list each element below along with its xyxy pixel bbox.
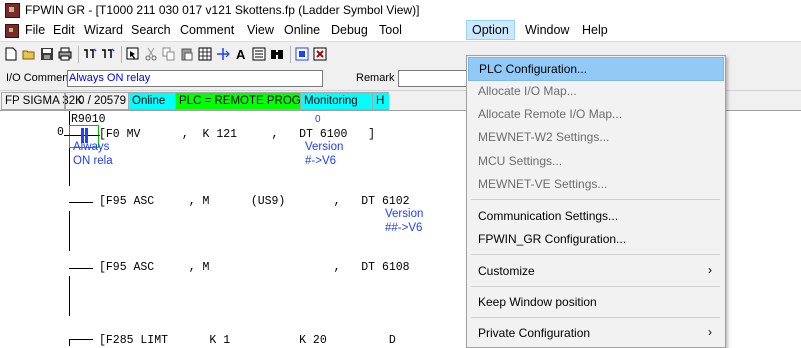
paste-icon[interactable]	[180, 47, 194, 61]
app-icon[interactable]	[5, 3, 20, 18]
menu-online[interactable]: Online	[284, 23, 320, 37]
open-folder-icon[interactable]	[22, 47, 36, 61]
submenu-arrow-icon: ›	[708, 263, 712, 277]
plc-grid-icon[interactable]	[295, 47, 309, 61]
rung-1-instruction: [F95 ASC , M (US9) , DT 6102	[99, 195, 410, 208]
contact-comment: Always	[73, 141, 110, 153]
menu-search[interactable]: Search	[131, 23, 171, 37]
menu-separator	[471, 199, 720, 200]
menu-item-customize[interactable]: Customize ›	[468, 260, 724, 282]
menu-option[interactable]: Option	[466, 20, 515, 40]
monitor-value: 0	[315, 114, 321, 125]
rung-0-instruction: [F0 MV , K 121 , DT 6100 ]	[99, 128, 376, 141]
rung-address: 0	[57, 126, 64, 139]
contact-comment: ON rela	[73, 155, 113, 167]
rung-2-instruction: [F95 ASC , M , DT 6108	[99, 261, 410, 274]
save-icon[interactable]	[40, 47, 54, 61]
toolbar-separator	[121, 46, 122, 63]
device-comment: #->V6	[305, 155, 337, 167]
device-comment: Version	[385, 208, 424, 220]
menu-item-keep-window-position[interactable]: Keep Window position	[468, 291, 724, 313]
online-status: Online	[128, 92, 176, 110]
remark-label: Remark	[356, 72, 395, 84]
submenu-arrow-icon: ›	[708, 325, 712, 339]
menu-item-allocate-remote-io-map: Allocate Remote I/O Map...	[478, 107, 623, 121]
rung-wire	[69, 268, 93, 269]
menu-separator	[471, 286, 720, 287]
menu-separator	[471, 254, 720, 255]
menu-item-mewnet-ve-settings: MEWNET-VE Settings...	[478, 177, 608, 191]
menu-item-plc-configuration[interactable]: PLC Configuration...	[468, 57, 724, 81]
io-comment-field[interactable]: Always ON relay	[67, 70, 323, 87]
monitoring-status: Monitoring	[300, 92, 376, 110]
menu-item-allocate-io-map: Allocate I/O Map...	[478, 84, 577, 98]
svg-text:A: A	[236, 47, 246, 61]
plc-model-status: FP SIGMA 32K	[1, 92, 83, 110]
menu-item-mewnet-w2-settings: MEWNET-W2 Settings...	[478, 130, 610, 144]
menu-view[interactable]: View	[247, 23, 274, 37]
device-comment: ##->V6	[385, 222, 423, 234]
menu-wizard[interactable]: Wizard	[84, 23, 123, 37]
ladder-tool-b-icon[interactable]	[101, 47, 115, 61]
plc-mode-status: PLC = REMOTE PROG	[175, 92, 303, 110]
power-rail	[69, 276, 70, 316]
rung-wire	[69, 339, 93, 340]
menu-item-private-configuration[interactable]: Private Configuration ›	[468, 322, 724, 344]
power-rail	[69, 211, 70, 251]
cut-icon[interactable]	[144, 47, 158, 61]
step-count-status: 0 / 20579	[64, 92, 130, 110]
extra-status: H	[372, 92, 389, 110]
device-comment: Version	[305, 141, 344, 153]
menu-bar: File Edit Wizard Search Comment View Onl…	[0, 20, 801, 40]
menu-separator	[471, 317, 720, 318]
print-icon[interactable]	[58, 47, 72, 61]
title-bar: FPWIN GR - [T1000 211 030 017 v121 Skott…	[0, 0, 801, 21]
menu-tool[interactable]: Tool	[379, 23, 402, 37]
option-menu-dropdown: PLC Configuration... Allocate I/O Map...…	[466, 55, 726, 348]
select-icon[interactable]	[126, 47, 140, 61]
rung-3-instruction: [F285 LIMT K 1 K 20 D	[99, 334, 396, 347]
menu-help[interactable]: Help	[582, 23, 608, 37]
menu-file[interactable]: File	[25, 23, 45, 37]
menu-window[interactable]: Window	[525, 23, 569, 37]
remark-field[interactable]	[398, 70, 472, 87]
new-file-icon[interactable]	[4, 47, 18, 61]
plc-status-icon[interactable]	[313, 47, 327, 61]
io-comment-label: I/O Comment	[6, 72, 72, 84]
toolbar-separator	[78, 46, 79, 63]
ladder-tool-a-icon[interactable]	[83, 47, 97, 61]
network-icon[interactable]	[216, 47, 230, 61]
toolbar-separator	[290, 46, 291, 63]
find-binoculars-icon[interactable]	[270, 47, 284, 61]
copy-icon[interactable]	[162, 47, 176, 61]
document-icon[interactable]	[5, 24, 19, 38]
menu-comment[interactable]: Comment	[180, 23, 234, 37]
list-view-icon[interactable]	[252, 47, 266, 61]
monitor-grid-icon[interactable]	[198, 47, 212, 61]
menu-item-mcu-settings: MCU Settings...	[478, 154, 563, 168]
power-rail	[69, 111, 70, 186]
menu-item-communication-settings[interactable]: Communication Settings...	[468, 205, 724, 227]
menu-item-fpwin-gr-configuration[interactable]: FPWIN_GR Configuration...	[468, 228, 724, 250]
text-tool-icon[interactable]: A	[234, 47, 248, 62]
power-rail	[69, 339, 70, 346]
menu-edit[interactable]: Edit	[53, 23, 75, 37]
rung-wire	[69, 202, 93, 203]
menu-debug[interactable]: Debug	[331, 23, 368, 37]
window-title: FPWIN GR - [T1000 211 030 017 v121 Skott…	[25, 3, 420, 17]
